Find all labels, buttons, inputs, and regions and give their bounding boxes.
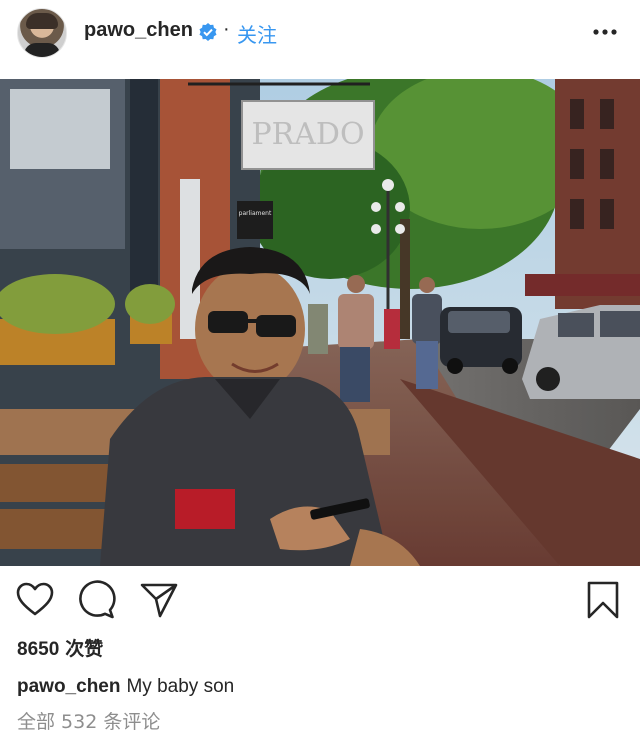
photo-illustration: PRADO parliament	[0, 79, 640, 566]
verified-badge-icon	[199, 23, 217, 41]
view-all-comments-link[interactable]: 全部 532 条评论	[17, 707, 160, 734]
avatar[interactable]	[17, 8, 67, 58]
separator-dot: ·	[223, 18, 230, 40]
caption-username[interactable]: pawo_chen	[17, 676, 120, 697]
likes-unit: 次赞	[65, 638, 104, 660]
caption-text: My baby son	[126, 676, 235, 697]
post-username[interactable]: pawo_chen	[84, 19, 193, 42]
avatar-hair	[26, 13, 58, 29]
follow-button[interactable]: 关注	[237, 19, 277, 48]
share-icon[interactable]	[139, 580, 179, 620]
post-actions	[0, 580, 640, 626]
post-header: pawo_chen · 关注	[0, 0, 640, 78]
avatar-shirt	[24, 43, 60, 57]
heart-icon[interactable]	[15, 580, 55, 620]
likes-count[interactable]: 8650 次赞	[17, 634, 103, 661]
more-options-icon[interactable]	[592, 22, 618, 42]
comment-icon[interactable]	[77, 580, 117, 620]
bookmark-icon[interactable]	[583, 580, 623, 620]
likes-number: 8650	[17, 639, 60, 660]
post-photo[interactable]: PRADO parliament	[0, 79, 640, 566]
post-caption: pawo_chen My baby son	[17, 676, 234, 698]
